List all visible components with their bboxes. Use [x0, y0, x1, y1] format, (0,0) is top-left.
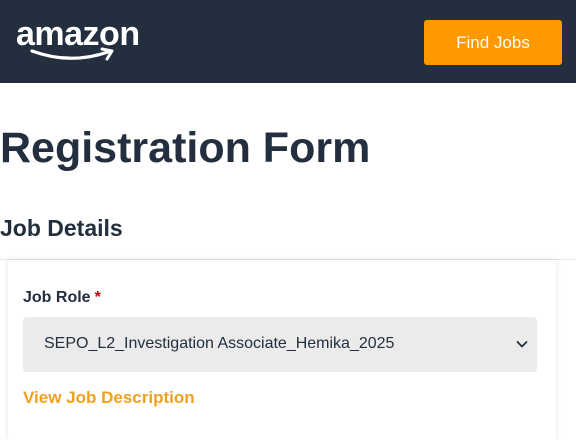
smile-arrow-icon — [30, 47, 114, 61]
find-jobs-button[interactable]: Find Jobs — [424, 20, 562, 65]
page-title: Registration Form — [0, 124, 371, 172]
chevron-down-icon — [516, 341, 528, 348]
amazon-logo[interactable]: amazon — [16, 14, 146, 66]
job-role-selected-value: SEPO_L2_Investigation Associate_Hemika_2… — [44, 335, 395, 352]
section-title-job-details: Job Details — [0, 215, 123, 241]
job-role-select[interactable]: SEPO_L2_Investigation Associate_Hemika_2… — [23, 317, 537, 372]
job-role-label: Job Role * — [23, 288, 101, 308]
top-navigation-bar: amazon Find Jobs — [0, 0, 576, 83]
job-role-label-text: Job Role — [23, 289, 91, 306]
required-asterisk: * — [94, 289, 101, 306]
view-job-description-link[interactable]: View Job Description — [23, 387, 195, 409]
